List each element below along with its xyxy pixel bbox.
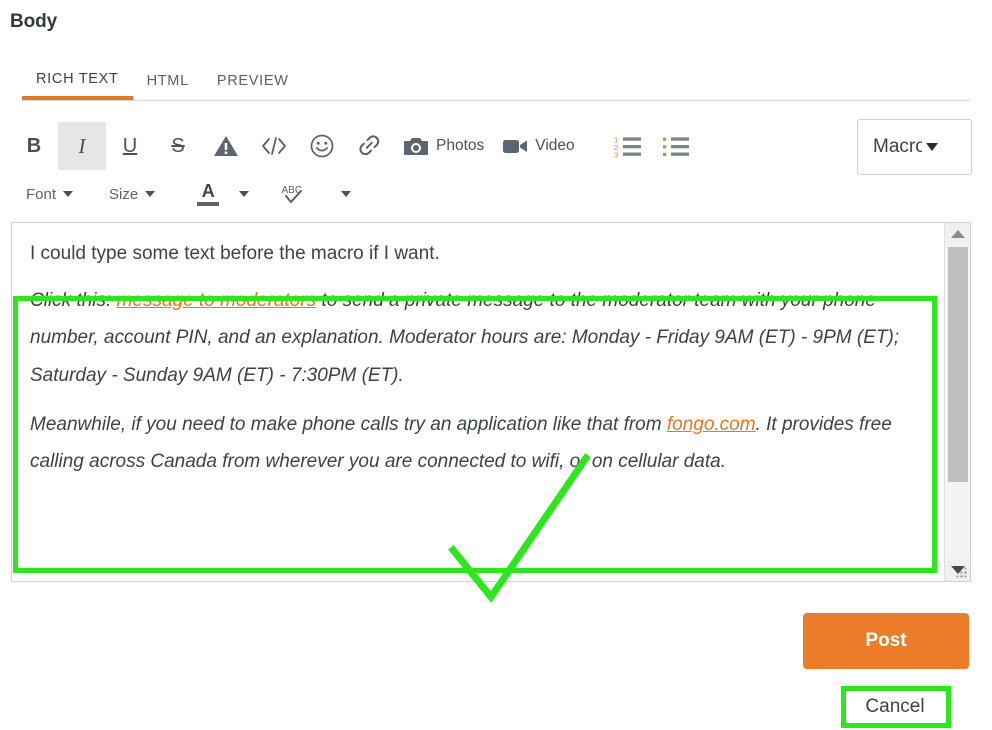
macro-paragraph-2: Meanwhile, if you need to make phone cal… [30, 406, 926, 480]
rich-text-editor[interactable]: I could type some text before the macro … [11, 222, 971, 582]
macro-p2-prefix: Meanwhile, if you need to make phone cal… [30, 413, 667, 435]
link-button[interactable] [346, 122, 394, 170]
strikethrough-button[interactable]: S [154, 122, 202, 170]
size-dropdown[interactable]: Size [99, 177, 165, 211]
editor-vertical-scrollbar[interactable] [944, 223, 970, 581]
text-color-letter: A [201, 181, 215, 201]
toolbar-row-primary: B I U S Photos Video 1 2 3 [10, 118, 700, 174]
video-button[interactable]: Video [493, 122, 583, 170]
svg-text:3: 3 [614, 151, 618, 159]
page-title: Body [10, 11, 58, 32]
chevron-down-icon [145, 191, 156, 197]
underline-button[interactable]: U [106, 122, 154, 170]
spellcheck-dropdown[interactable] [331, 177, 361, 211]
video-label: Video [535, 137, 575, 154]
text-color-swatch [197, 202, 220, 206]
cancel-button[interactable]: Cancel [848, 691, 942, 723]
bullet-list-button[interactable] [652, 122, 700, 170]
macro-select-value: Macro [873, 136, 922, 157]
tab-rich-text[interactable]: RICH TEXT [22, 62, 133, 100]
photos-button[interactable]: Photos [394, 122, 493, 170]
bulleted-list-icon [662, 137, 689, 156]
bold-icon: B [26, 135, 42, 157]
chevron-down-icon [63, 191, 74, 197]
warning-triangle-icon [214, 136, 238, 156]
spoiler-button[interactable] [202, 122, 250, 170]
caret-down-icon [926, 143, 938, 151]
editor-plain-line: I could type some text before the macro … [30, 243, 440, 264]
numbered-list-icon: 1 2 3 [614, 136, 641, 159]
font-dropdown-label: Font [26, 185, 57, 203]
toolbar-row-secondary: Font Size A ABC [16, 174, 361, 214]
spellcheck-button[interactable]: ABC [271, 177, 317, 211]
chevron-down-icon [341, 191, 352, 197]
macro-p1-prefix: Click this: [30, 290, 117, 312]
scrollbar-thumb[interactable] [948, 247, 968, 482]
macro-select[interactable]: Macro [857, 119, 972, 175]
font-dropdown[interactable]: Font [16, 177, 83, 211]
scrollbar-up-button[interactable] [945, 223, 970, 245]
code-brackets-icon [262, 137, 286, 155]
resize-grip-icon[interactable] [953, 564, 969, 580]
emoji-button[interactable] [298, 122, 346, 170]
video-camera-icon [503, 140, 528, 153]
editor-content-area[interactable]: I could type some text before the macro … [12, 223, 944, 581]
macro-paragraph-1: Click this: message to moderators to sen… [30, 282, 926, 393]
ordered-list-button[interactable]: 1 2 3 [604, 122, 652, 170]
text-color-dropdown[interactable] [229, 177, 259, 211]
code-button[interactable] [250, 122, 298, 170]
text-color-button[interactable]: A [187, 177, 229, 211]
message-to-moderators-link[interactable]: message to moderators [117, 290, 317, 311]
camera-icon [404, 137, 428, 155]
smiley-face-icon [310, 134, 334, 158]
chevron-down-icon [239, 191, 250, 197]
post-button[interactable]: Post [803, 613, 969, 669]
size-dropdown-label: Size [109, 185, 139, 203]
spellcheck-abc-icon: ABC [282, 185, 302, 203]
italic-icon: I [78, 133, 86, 158]
link-chain-icon [359, 135, 380, 156]
tab-html[interactable]: HTML [133, 62, 203, 100]
text-color-icon: A [197, 181, 220, 206]
italic-button[interactable]: I [58, 122, 106, 170]
editor-mode-tabs: RICH TEXT HTML PREVIEW [22, 62, 970, 101]
editor-toolbar: B I U S Photos Video 1 2 3 Font Size A A… [10, 118, 982, 216]
scroll-up-arrow-icon [950, 230, 965, 238]
strikethrough-icon: S [171, 135, 185, 157]
photos-label: Photos [436, 137, 485, 154]
tab-preview[interactable]: PREVIEW [203, 62, 303, 100]
fongo-com-link[interactable]: fongo.com [667, 414, 756, 435]
bold-button[interactable]: B [10, 122, 58, 170]
underline-icon: U [122, 135, 138, 157]
